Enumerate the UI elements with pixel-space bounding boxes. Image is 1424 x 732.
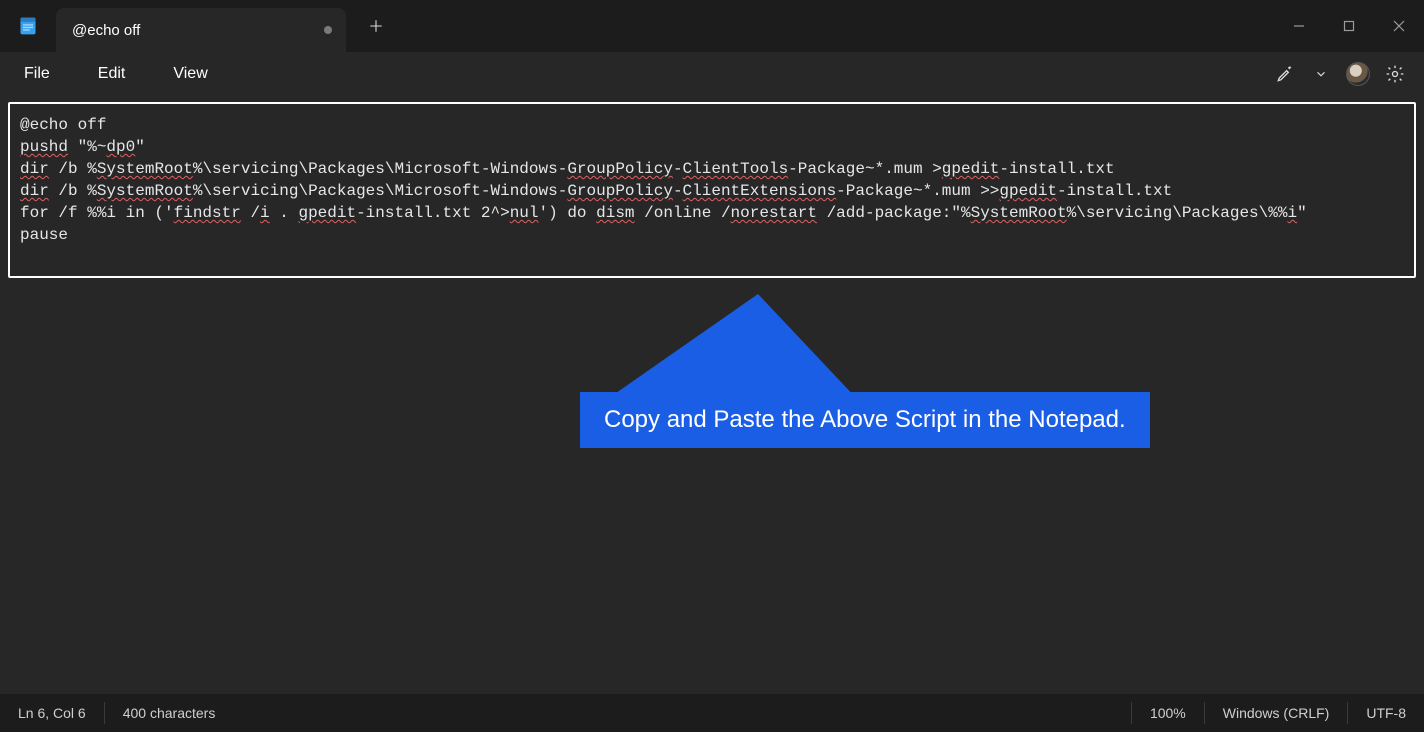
menu-view[interactable]: View — [161, 59, 219, 89]
chevron-down-icon[interactable] — [1310, 63, 1332, 85]
tab-active[interactable]: @echo off — [56, 8, 346, 52]
status-charcount: 400 characters — [105, 702, 234, 724]
status-encoding[interactable]: UTF-8 — [1347, 702, 1424, 724]
new-tab-button[interactable] — [356, 6, 396, 46]
modified-dot-icon — [324, 26, 332, 34]
titlebar: @echo off — [0, 0, 1424, 52]
tab-title: @echo off — [72, 22, 140, 39]
editor-textarea[interactable]: @echo off pushd "%~dp0" dir /b %SystemRo… — [20, 114, 1404, 246]
ai-rewrite-icon[interactable] — [1274, 63, 1296, 85]
annotation-callout: Copy and Paste the Above Script in the N… — [580, 392, 1150, 448]
status-zoom[interactable]: 100% — [1131, 702, 1204, 724]
user-avatar[interactable] — [1346, 62, 1370, 86]
annotation-text: Copy and Paste the Above Script in the N… — [604, 406, 1126, 433]
statusbar: Ln 6, Col 6 400 characters 100% Windows … — [0, 694, 1424, 732]
settings-gear-icon[interactable] — [1384, 63, 1406, 85]
close-button[interactable] — [1374, 0, 1424, 52]
callout-arrow — [578, 290, 878, 430]
window-controls — [1274, 0, 1424, 52]
status-cursor[interactable]: Ln 6, Col 6 — [0, 702, 105, 724]
menu-file[interactable]: File — [12, 59, 62, 89]
notepad-app-icon — [0, 16, 56, 36]
editor-container: @echo off pushd "%~dp0" dir /b %SystemRo… — [8, 102, 1416, 278]
menu-edit[interactable]: Edit — [86, 59, 138, 89]
maximize-button[interactable] — [1324, 0, 1374, 52]
menubar: File Edit View — [0, 52, 1424, 96]
status-eol[interactable]: Windows (CRLF) — [1204, 702, 1348, 724]
minimize-button[interactable] — [1274, 0, 1324, 52]
